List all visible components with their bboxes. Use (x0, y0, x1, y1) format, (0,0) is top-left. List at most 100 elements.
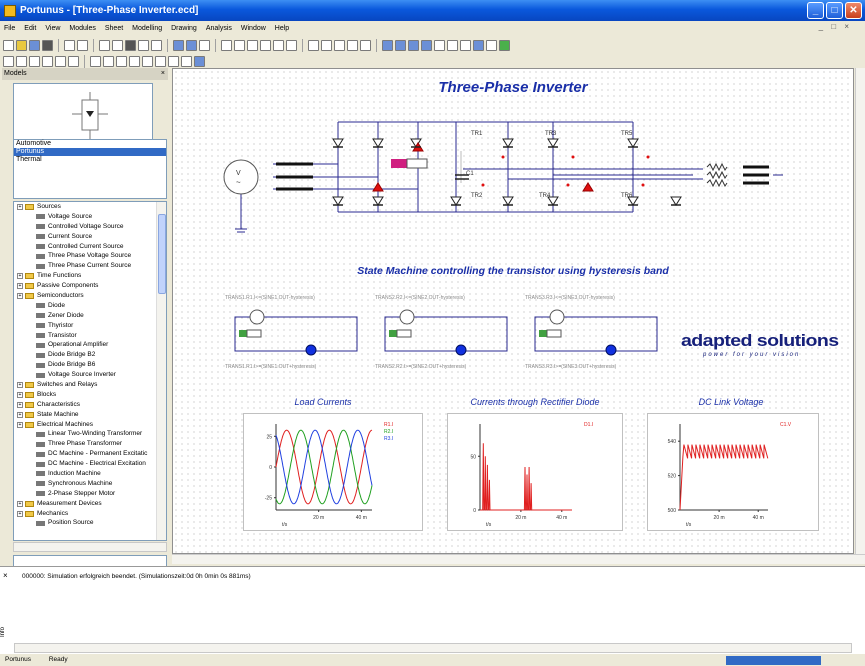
canvas-horizontal-scrollbar[interactable] (172, 554, 865, 564)
align-center-icon[interactable] (234, 39, 245, 51)
stop-icon[interactable] (447, 39, 458, 51)
tree-item[interactable]: Thyristor (14, 321, 166, 331)
grid-icon[interactable] (194, 55, 205, 67)
tree-item[interactable]: + State Machine (14, 410, 166, 420)
tree-item[interactable]: Current Source (14, 232, 166, 242)
connector-icon[interactable] (321, 39, 332, 51)
sheet-icon[interactable] (186, 39, 197, 51)
paste-icon[interactable] (125, 39, 136, 51)
expand-icon[interactable]: + (17, 283, 23, 290)
tree-item[interactable]: Diode Bridge B6 (14, 360, 166, 370)
copy-icon[interactable] (112, 39, 123, 51)
tree-item[interactable]: DC Machine - Electrical Excitation (14, 459, 166, 469)
mdi-controls[interactable]: _ □ × (819, 22, 852, 31)
zoom-page-icon[interactable] (142, 55, 153, 67)
zoom-100-icon[interactable] (168, 55, 179, 67)
zoom-previous-icon[interactable] (155, 55, 166, 67)
minimize-button[interactable]: _ (807, 2, 824, 19)
zoom-out-icon[interactable] (103, 55, 114, 67)
tree-item[interactable]: + Blocks (14, 390, 166, 400)
run-step-icon[interactable] (395, 39, 406, 51)
plot-dc-link-voltage[interactable]: 540 520 500 20 m 40 m t/s C1.V (647, 413, 819, 531)
tree-item[interactable]: + Switches and Relays (14, 380, 166, 390)
module-icon[interactable] (173, 39, 184, 51)
align-top-icon[interactable] (260, 39, 271, 51)
close-pane-icon[interactable]: × (161, 68, 165, 80)
tree-item[interactable]: Controlled Voltage Source (14, 222, 166, 232)
plot-rectifier-diode[interactable]: 50 0 20 m 40 m t/s D1.I (447, 413, 623, 531)
menu-drawing[interactable]: Drawing (171, 25, 197, 32)
align-left-icon[interactable] (221, 39, 232, 51)
library-item-thermal[interactable]: Thermal (14, 156, 166, 164)
align-right-icon[interactable] (247, 39, 258, 51)
window-icon[interactable] (199, 39, 210, 51)
tree-item[interactable]: 2-Phase Stepper Motor (14, 489, 166, 499)
ellipse-icon[interactable] (42, 55, 53, 67)
tree-horizontal-scrollbar[interactable] (13, 542, 167, 552)
menu-file[interactable]: File (4, 25, 15, 32)
menu-window[interactable]: Window (241, 25, 266, 32)
output-tab-label[interactable]: Info (0, 627, 6, 637)
plot-icon[interactable] (499, 39, 510, 51)
pause-icon[interactable] (434, 39, 445, 51)
menu-view[interactable]: View (45, 25, 60, 32)
close-output-icon[interactable]: × (3, 571, 8, 580)
tree-item[interactable]: Three Phase Current Source (14, 261, 166, 271)
tree-item[interactable]: Voltage Source Inverter (14, 370, 166, 380)
menu-modelling[interactable]: Modelling (132, 25, 162, 32)
zoom-fit-icon[interactable] (116, 55, 127, 67)
tree-item[interactable]: Three Phase Transformer (14, 439, 166, 449)
tree-item[interactable]: + Semiconductors (14, 291, 166, 301)
reset-icon[interactable] (460, 39, 471, 51)
tree-item[interactable]: Zener Diode (14, 311, 166, 321)
expand-icon[interactable]: + (17, 292, 23, 299)
redo-icon[interactable] (151, 39, 162, 51)
expand-icon[interactable]: + (17, 401, 23, 408)
print-preview-icon[interactable] (77, 39, 88, 51)
menu-edit[interactable]: Edit (24, 25, 36, 32)
tree-scroll-thumb[interactable] (158, 214, 166, 294)
library-item-automotive[interactable]: Automotive (14, 140, 166, 148)
plot-load-currents[interactable]: 25 0 -25 20 m 40 m t/s R1.I R2.I R3.I (243, 413, 423, 531)
save-all-icon[interactable] (42, 39, 53, 51)
tree-item[interactable]: + Measurement Devices (14, 499, 166, 509)
close-button[interactable]: ✕ (845, 2, 862, 19)
expand-icon[interactable]: + (17, 273, 23, 280)
label-icon[interactable] (347, 39, 358, 51)
tree-item[interactable]: + Mechanics (14, 509, 166, 519)
undo-icon[interactable] (138, 39, 149, 51)
expand-icon[interactable]: + (17, 500, 23, 507)
tree-scrollbar[interactable] (156, 202, 166, 540)
maximize-button[interactable]: □ (826, 2, 843, 19)
display-icon[interactable] (360, 39, 371, 51)
tree-item[interactable]: Operational Amplifier (14, 340, 166, 350)
rectangle-icon[interactable] (29, 55, 40, 67)
zoom-in-icon[interactable] (90, 55, 101, 67)
menu-analysis[interactable]: Analysis (206, 25, 232, 32)
tree-item[interactable]: + Characteristics (14, 400, 166, 410)
align-bottom-icon[interactable] (273, 39, 284, 51)
parameters-icon[interactable] (486, 39, 497, 51)
font-icon[interactable] (68, 55, 79, 67)
expand-icon[interactable]: + (17, 411, 23, 418)
canvas-vertical-scrollbar[interactable] (855, 68, 865, 554)
tree-item[interactable]: DC Machine - Permanent Excitatic (14, 449, 166, 459)
variable-icon[interactable] (334, 39, 345, 51)
expand-icon[interactable]: + (17, 421, 23, 428)
run-icon[interactable] (382, 39, 393, 51)
menu-help[interactable]: Help (275, 25, 289, 32)
print-icon[interactable] (64, 39, 75, 51)
continue-icon[interactable] (421, 39, 432, 51)
tree-item[interactable]: Position Source (14, 519, 166, 529)
tree-item[interactable]: Three Phase Voltage Source (14, 251, 166, 261)
output-scrollbar[interactable] (14, 643, 852, 653)
tree-item[interactable]: + Passive Components (14, 281, 166, 291)
expand-icon[interactable]: + (17, 203, 23, 210)
menu-sheet[interactable]: Sheet (105, 25, 123, 32)
distribute-icon[interactable] (286, 39, 297, 51)
ground-icon[interactable] (308, 39, 319, 51)
tree-item[interactable]: Diode Bridge B2 (14, 350, 166, 360)
cut-icon[interactable] (99, 39, 110, 51)
schematic-canvas[interactable]: Three-Phase Inverter State Machine contr… (172, 68, 854, 554)
tree-item[interactable]: Controlled Current Source (14, 242, 166, 252)
